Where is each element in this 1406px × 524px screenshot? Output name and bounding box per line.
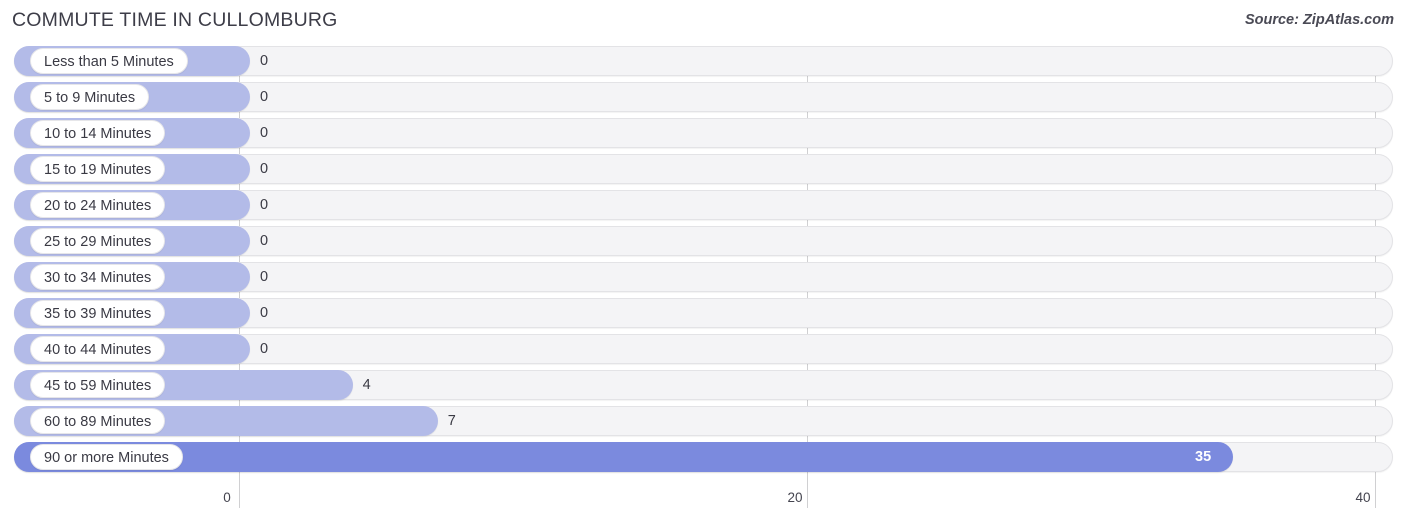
bar-rows: Less than 5 Minutes 0 5 to 9 Minutes 0 10 to…: [0, 46, 1406, 478]
bar-row[interactable]: 40 to 44 Minutes 0: [0, 334, 1406, 364]
bar-row[interactable]: 5 to 9 Minutes 0: [0, 82, 1406, 112]
bar-category-label: 35 to 39 Minutes: [30, 300, 166, 326]
bar-value-label: 0: [260, 197, 269, 213]
tick-mark-0: [239, 486, 240, 508]
bar-category-label: 10 to 14 Minutes: [30, 120, 166, 146]
bar-category-label: 15 to 19 Minutes: [30, 156, 166, 182]
bar-value-label: 0: [260, 233, 269, 249]
bar-category-label: 45 to 59 Minutes: [30, 372, 166, 398]
bar-row[interactable]: Less than 5 Minutes 0: [0, 46, 1406, 76]
tick-mark-20: [807, 486, 808, 508]
tick-mark-40: [1375, 486, 1376, 508]
bar-value-label: 7: [447, 413, 456, 429]
bar-category-label: 60 to 89 Minutes: [30, 408, 166, 434]
bar-category-label: 20 to 24 Minutes: [30, 192, 166, 218]
bar-value-label: 4: [362, 377, 371, 393]
tick-label-40: 40: [1355, 490, 1371, 505]
x-axis: 0 20 40: [0, 486, 1406, 524]
source-label: Source: ZipAtlas.com: [1244, 12, 1394, 28]
tick-label-0: 0: [223, 490, 231, 505]
bar-value-label: 35: [1195, 449, 1212, 465]
bar-value-label: 0: [260, 269, 269, 285]
tick-label-20: 20: [787, 490, 803, 505]
bar-row[interactable]: 20 to 24 Minutes 0: [0, 190, 1406, 220]
chart-plot-area: Less than 5 Minutes 0 5 to 9 Minutes 0 10 to…: [0, 46, 1406, 486]
bar-category-label: 90 or more Minutes: [30, 444, 183, 470]
bar-category-label: 25 to 29 Minutes: [30, 228, 166, 254]
bar-row[interactable]: 10 to 14 Minutes 0: [0, 118, 1406, 148]
bar-category-label: 30 to 34 Minutes: [30, 264, 166, 290]
bar-value-label: 0: [260, 89, 269, 105]
bar-row[interactable]: 25 to 29 Minutes 0: [0, 226, 1406, 256]
bar-fill: [14, 442, 1233, 472]
bar-value-label: 0: [260, 341, 269, 357]
bar-category-label: 5 to 9 Minutes: [30, 84, 150, 110]
bar-value-label: 0: [260, 161, 269, 177]
bar-row[interactable]: 60 to 89 Minutes 7: [0, 406, 1406, 436]
bar-value-label: 0: [260, 125, 269, 141]
chart-header: COMMUTE TIME IN CULLOMBURG Source: ZipAt…: [0, 0, 1406, 44]
bar-row[interactable]: 45 to 59 Minutes 4: [0, 370, 1406, 400]
page-title: COMMUTE TIME IN CULLOMBURG: [12, 9, 338, 31]
bar-row[interactable]: 30 to 34 Minutes 0: [0, 262, 1406, 292]
bar-value-label: 0: [260, 305, 269, 321]
bar-row[interactable]: 15 to 19 Minutes 0: [0, 154, 1406, 184]
bar-value-label: 0: [260, 53, 269, 69]
bar-category-label: Less than 5 Minutes: [30, 48, 188, 74]
bar-category-label: 40 to 44 Minutes: [30, 336, 166, 362]
bar-row[interactable]: 90 or more Minutes 35: [0, 442, 1406, 472]
bar-row[interactable]: 35 to 39 Minutes 0: [0, 298, 1406, 328]
